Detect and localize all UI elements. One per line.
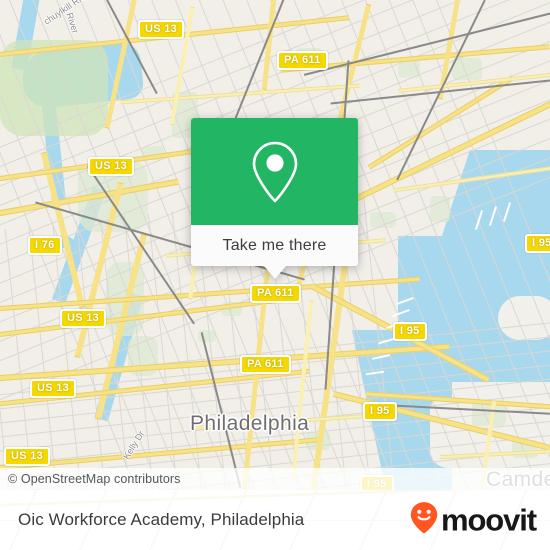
highway-shield-i95-east: I 95 bbox=[525, 234, 550, 253]
moovit-wordmark: moovit bbox=[440, 502, 537, 538]
highway-shield-us13-upper: US 13 bbox=[88, 157, 135, 176]
moovit-brand[interactable]: moovit bbox=[409, 501, 537, 540]
bottom-bar: Oic Workforce Academy, Philadelphia moov… bbox=[0, 490, 550, 550]
highway-shield-us13-north: US 13 bbox=[138, 20, 185, 39]
moovit-smiley-pin-icon bbox=[409, 501, 439, 540]
highway-shield-i95-lower: I 95 bbox=[363, 402, 397, 421]
moovit-map-screen: Philadelphia Camden chuylkill River Rive… bbox=[0, 0, 550, 550]
take-me-there-button[interactable]: Take me there bbox=[191, 225, 358, 266]
location-title: Oic Workforce Academy, Philadelphia bbox=[18, 510, 305, 529]
map-pin-icon bbox=[248, 139, 302, 205]
place-label-philadelphia: Philadelphia bbox=[190, 412, 310, 435]
popup-icon-area bbox=[191, 118, 358, 225]
take-me-there-label: Take me there bbox=[222, 236, 327, 254]
map-attribution[interactable]: © OpenStreetMap contributors bbox=[0, 468, 550, 490]
highway-shield-i95-mid: I 95 bbox=[393, 322, 427, 341]
highway-shield-i76: I 76 bbox=[28, 236, 62, 255]
popup-tail bbox=[263, 266, 286, 279]
attribution-text: © OpenStreetMap contributors bbox=[8, 472, 181, 486]
highway-shield-pa611-mid: PA 611 bbox=[250, 284, 301, 303]
highway-shield-pa611-north: PA 611 bbox=[277, 51, 328, 70]
map-canvas[interactable]: Philadelphia Camden chuylkill River Rive… bbox=[0, 0, 550, 490]
highway-shield-us13-bottom: US 13 bbox=[4, 447, 51, 466]
location-popup-card[interactable]: Take me there bbox=[191, 118, 358, 279]
highway-shield-us13-lower: US 13 bbox=[30, 379, 77, 398]
highway-shield-pa611-south: PA 611 bbox=[240, 355, 291, 374]
highway-shield-us13-mid: US 13 bbox=[60, 309, 107, 328]
